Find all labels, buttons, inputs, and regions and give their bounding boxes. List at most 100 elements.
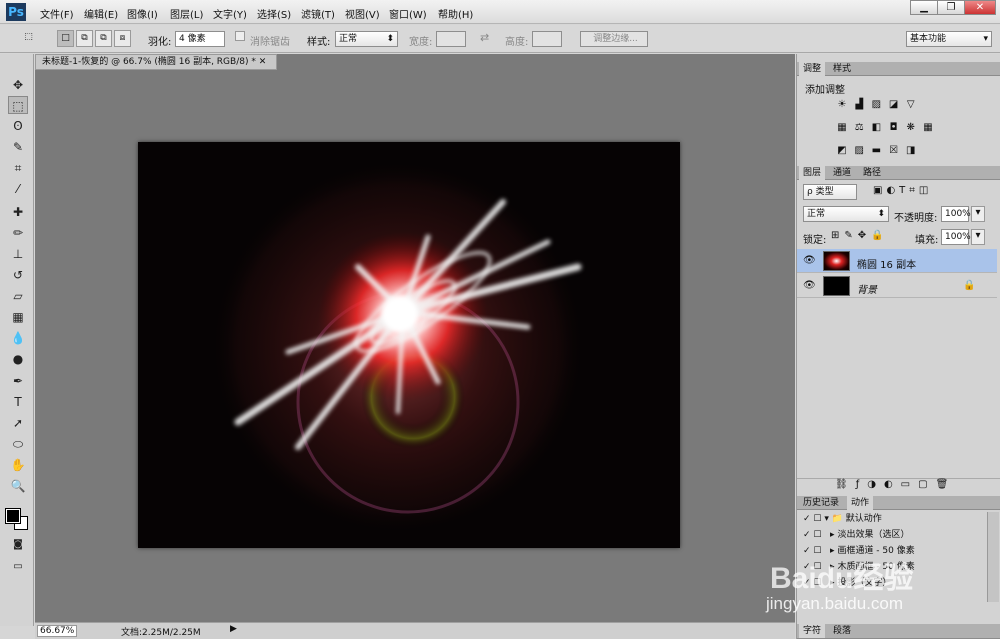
eraser-tool-icon[interactable]: ▱: [8, 287, 28, 305]
eyedropper-tool-icon[interactable]: ⁄: [8, 180, 28, 198]
hand-tool-icon[interactable]: ✋: [8, 456, 28, 474]
menu-filter[interactable]: 滤镜(T): [301, 6, 335, 21]
stamp-tool-icon[interactable]: ⊥: [8, 245, 28, 263]
crop-tool-icon[interactable]: ⌗: [8, 159, 28, 177]
layer-name: 背景: [857, 285, 877, 296]
antialias-checkbox[interactable]: [235, 31, 245, 41]
curves-icon[interactable]: ▨: [869, 99, 883, 111]
exposure-icon[interactable]: ◪: [887, 99, 901, 111]
threshold-icon[interactable]: ▬: [869, 145, 883, 157]
menu-edit[interactable]: 编辑(E): [84, 6, 118, 21]
layer-row-background[interactable]: 👁 背景 🔒: [797, 274, 997, 298]
tab-styles[interactable]: 样式: [829, 62, 855, 76]
gradient-map-icon[interactable]: ☒: [887, 145, 901, 157]
document-canvas[interactable]: [138, 142, 680, 548]
doc-info[interactable]: 文档:2.25M/2.25M: [121, 625, 201, 638]
screen-mode-icon[interactable]: ▭: [8, 558, 28, 576]
lock-icons[interactable]: ⊞✎✥🔒: [831, 230, 889, 241]
menu-file[interactable]: 文件(F): [40, 6, 74, 21]
actions-scrollbar[interactable]: [987, 512, 999, 602]
close-button[interactable]: ✕: [964, 0, 996, 15]
status-bar: 66.67% 文档:2.25M/2.25M ▶: [35, 622, 795, 639]
color-lookup-icon[interactable]: ▦: [921, 122, 935, 134]
quick-select-tool-icon[interactable]: ✎: [8, 138, 28, 156]
marquee-preset-icon[interactable]: ⬚: [20, 30, 37, 47]
pen-tool-icon[interactable]: ✒: [8, 372, 28, 390]
zoom-tool-icon[interactable]: 🔍: [8, 477, 28, 495]
levels-icon[interactable]: ▟: [852, 99, 866, 111]
brush-tool-icon[interactable]: ✏: [8, 224, 28, 242]
bw-icon[interactable]: ◧: [869, 122, 883, 134]
fill-dropdown-icon[interactable]: ▾: [971, 229, 985, 245]
invert-icon[interactable]: ◩: [835, 145, 849, 157]
refine-edge-button[interactable]: 调整边缘...: [580, 31, 648, 47]
visibility-eye-icon[interactable]: 👁: [803, 280, 816, 291]
opacity-label: 不透明度:: [894, 213, 938, 224]
photo-filter-icon[interactable]: ◘: [887, 122, 901, 134]
tab-actions[interactable]: 动作: [847, 496, 874, 510]
action-row[interactable]: ✓ ☐ ▾ 📁 默认动作: [797, 512, 989, 527]
minimize-button[interactable]: ▁: [910, 0, 938, 15]
ellipse-tool-icon[interactable]: ⬭: [8, 435, 28, 453]
hue-icon[interactable]: ▦: [835, 122, 849, 134]
action-row[interactable]: ✓ ☐ ▸ 淡出效果（选区）: [797, 528, 989, 543]
selective-color-icon[interactable]: ◨: [904, 145, 918, 157]
tab-history[interactable]: 历史记录: [799, 496, 843, 510]
fill-input[interactable]: 100%: [941, 229, 971, 245]
style-select[interactable]: 正常 ⬍: [335, 31, 398, 47]
intersect-selection-icon[interactable]: ⧈: [114, 30, 131, 47]
workspace-select[interactable]: 基本功能 ▾: [906, 31, 992, 47]
menu-select[interactable]: 选择(S): [257, 6, 291, 21]
quick-mask-icon[interactable]: ◙: [8, 536, 28, 554]
menu-view[interactable]: 视图(V): [345, 6, 380, 21]
close-tab-icon[interactable]: ✕: [259, 57, 267, 67]
layer-filter-icons[interactable]: ▣◐T⌗◫: [873, 185, 932, 196]
tab-layers[interactable]: 图层: [799, 166, 826, 180]
layer-filter-select[interactable]: ρ 类型: [803, 184, 857, 200]
gradient-tool-icon[interactable]: ▦: [8, 308, 28, 326]
opacity-dropdown-icon[interactable]: ▾: [971, 206, 985, 222]
blur-tool-icon[interactable]: 💧: [8, 329, 28, 347]
lasso-tool-icon[interactable]: ʘ: [8, 117, 28, 135]
blend-mode-select[interactable]: 正常 ⬍: [803, 206, 889, 222]
channel-mixer-icon[interactable]: ❋: [904, 122, 918, 134]
new-selection-icon[interactable]: □: [57, 30, 74, 47]
menu-type[interactable]: 文字(Y): [213, 6, 247, 21]
swap-icon[interactable]: ⇄: [480, 31, 489, 44]
lens-flare-artwork: [208, 157, 588, 537]
foreground-color-swatch[interactable]: [5, 508, 21, 524]
brightness-icon[interactable]: ☀: [835, 99, 849, 111]
posterize-icon[interactable]: ▨: [852, 145, 866, 157]
document-tab[interactable]: 未标题-1-恢复的 @ 66.7% (椭圆 16 副本, RGB/8) * ✕: [35, 54, 277, 70]
tab-character[interactable]: 字符: [799, 624, 826, 638]
menu-help[interactable]: 帮助(H): [438, 6, 473, 21]
path-select-tool-icon[interactable]: ➚: [8, 414, 28, 432]
width-input[interactable]: [436, 31, 466, 47]
subtract-selection-icon[interactable]: ⧉: [95, 30, 112, 47]
status-menu-arrow-icon[interactable]: ▶: [230, 624, 237, 634]
tab-adjustments[interactable]: 调整: [799, 62, 826, 76]
maximize-button[interactable]: ❐: [937, 0, 965, 15]
menu-image[interactable]: 图像(I): [127, 6, 158, 21]
balance-icon[interactable]: ⚖: [852, 122, 866, 134]
height-input[interactable]: [532, 31, 562, 47]
layer-row-ellipse-copy[interactable]: 👁 椭圆 16 副本: [797, 249, 997, 273]
healing-brush-tool-icon[interactable]: ✚: [8, 203, 28, 221]
visibility-eye-icon[interactable]: 👁: [803, 255, 816, 266]
add-selection-icon[interactable]: ⧉: [76, 30, 93, 47]
type-tool-icon[interactable]: T: [8, 393, 28, 411]
layers-footer-icons[interactable]: ⛓ƒ◑◐▭▢🗑: [797, 478, 1000, 492]
tab-channels[interactable]: 通道: [829, 166, 855, 180]
history-brush-tool-icon[interactable]: ↺: [8, 266, 28, 284]
dodge-tool-icon[interactable]: ●: [8, 350, 28, 368]
tab-paths[interactable]: 路径: [859, 166, 885, 180]
vibrance-icon[interactable]: ▽: [904, 99, 918, 111]
move-tool-icon[interactable]: ✥: [8, 76, 28, 94]
tab-paragraph[interactable]: 段落: [829, 624, 855, 638]
menu-layer[interactable]: 图层(L): [170, 6, 203, 21]
feather-input[interactable]: 4 像素: [175, 31, 225, 47]
marquee-tool-icon[interactable]: ⬚: [8, 96, 28, 114]
menu-window[interactable]: 窗口(W): [389, 6, 427, 21]
zoom-level[interactable]: 66.67%: [37, 625, 78, 637]
opacity-input[interactable]: 100%: [941, 206, 971, 222]
